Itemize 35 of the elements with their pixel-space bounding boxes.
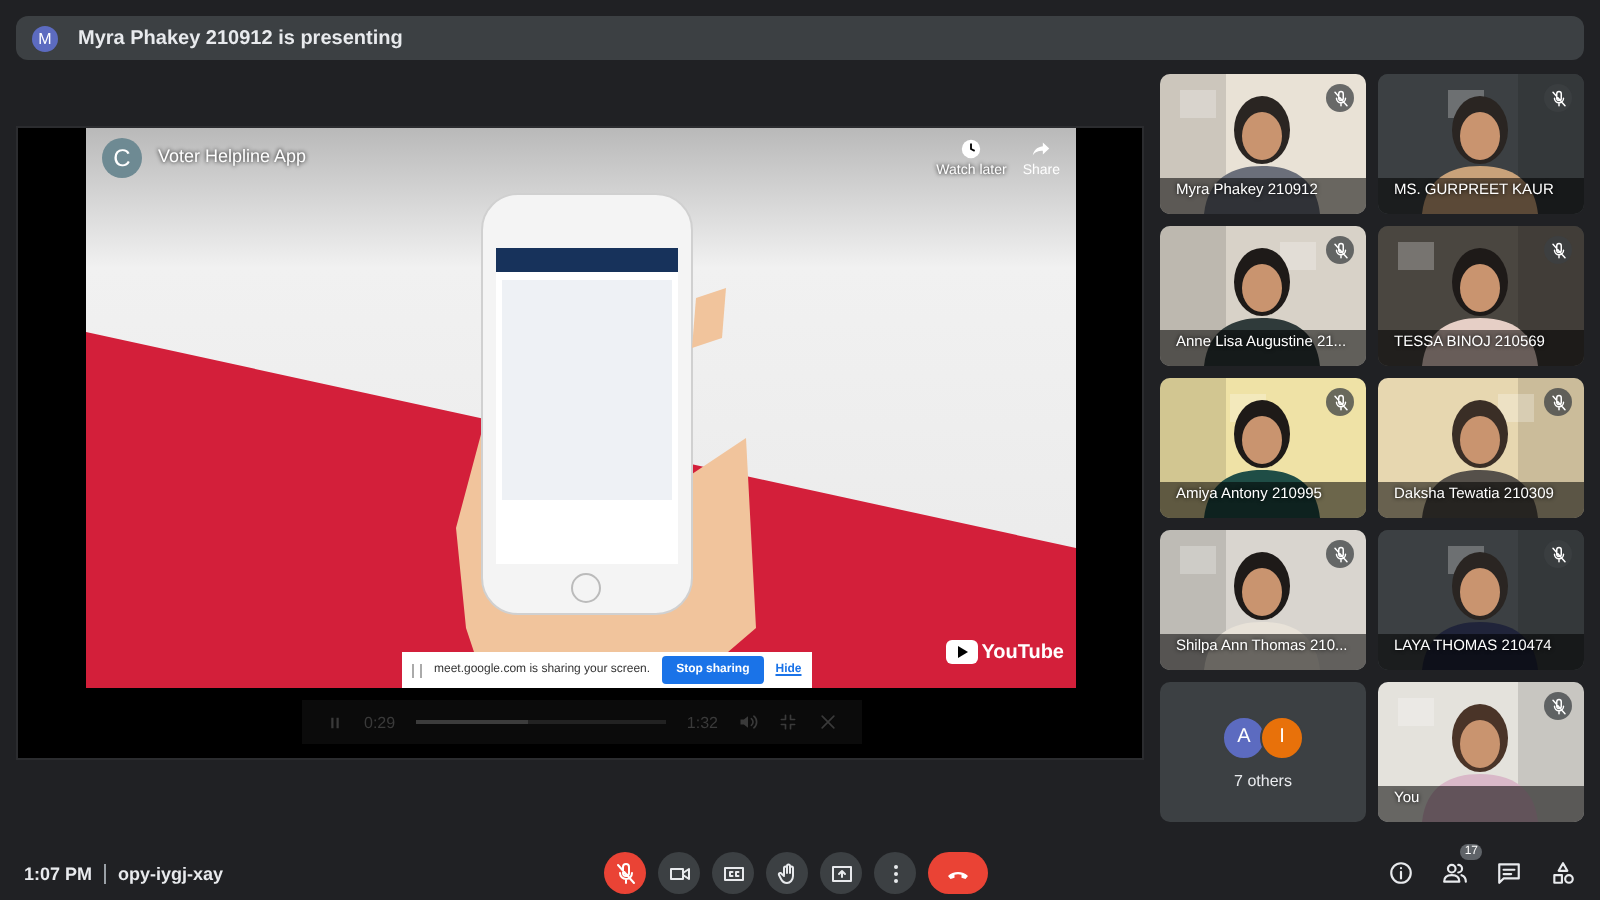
microphone-off-icon bbox=[613, 861, 637, 885]
pause-icon bbox=[326, 713, 344, 731]
volume-icon bbox=[738, 712, 758, 732]
captions-button[interactable] bbox=[712, 852, 754, 894]
others-count: 7 others bbox=[1234, 771, 1292, 789]
participant-tile[interactable]: A I 7 others bbox=[1160, 682, 1366, 822]
clock-time: 1:07 PM bbox=[24, 863, 107, 883]
chat-button[interactable] bbox=[1496, 860, 1522, 886]
activities-button[interactable] bbox=[1550, 860, 1576, 886]
logo-text: YouTube bbox=[981, 641, 1064, 663]
raise-hand-button[interactable] bbox=[766, 852, 808, 894]
meeting-code: opy-iygj-xay bbox=[118, 863, 224, 883]
camera-button[interactable] bbox=[658, 852, 700, 894]
info-button[interactable] bbox=[1388, 860, 1414, 886]
present-screen-icon bbox=[829, 861, 853, 885]
presenter-avatar: M bbox=[32, 25, 58, 51]
participant-avatar: I bbox=[1260, 715, 1304, 759]
more-options-button[interactable] bbox=[874, 852, 916, 894]
captions-icon bbox=[721, 861, 745, 885]
clock-icon bbox=[960, 138, 983, 160]
leave-call-button[interactable] bbox=[928, 852, 988, 894]
shapes-icon bbox=[1550, 860, 1576, 886]
info-icon bbox=[1388, 860, 1414, 886]
share-icon bbox=[1030, 138, 1053, 160]
close-icon bbox=[818, 712, 838, 732]
exit-fullscreen-icon bbox=[778, 712, 798, 732]
microphone-button[interactable] bbox=[604, 852, 646, 894]
presenting-status: Myra Phakey 210912 is presenting bbox=[78, 27, 403, 49]
hand-icon bbox=[775, 861, 799, 885]
people-icon bbox=[1442, 860, 1468, 886]
logo-icon bbox=[945, 640, 978, 664]
chat-icon bbox=[1496, 860, 1522, 886]
participant-avatar: A bbox=[1222, 715, 1266, 759]
drag-handle[interactable] bbox=[412, 663, 422, 677]
present-button[interactable] bbox=[820, 852, 862, 894]
